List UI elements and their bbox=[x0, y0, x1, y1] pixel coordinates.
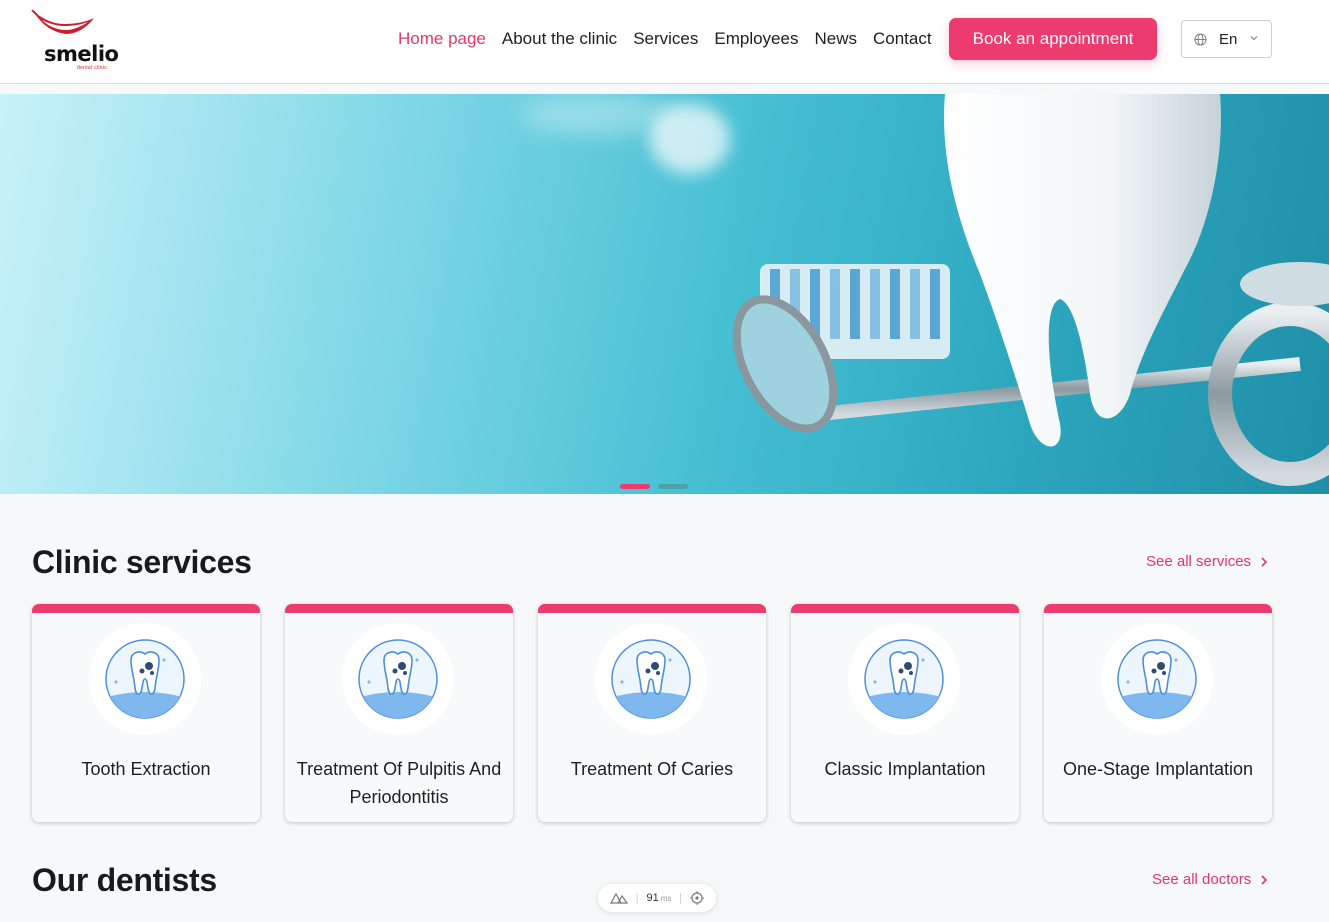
see-all-services-link[interactable]: See all services bbox=[1146, 553, 1269, 570]
logo[interactable]: smelio dental clinic bbox=[30, 10, 122, 71]
book-appointment-button[interactable]: Book an appointment bbox=[949, 18, 1157, 60]
services-title: Clinic services bbox=[32, 544, 252, 580]
tooth-icon bbox=[611, 639, 691, 719]
logo-tagline: dental clinic bbox=[77, 65, 108, 71]
see-all-doctors-label: See all doctors bbox=[1152, 871, 1252, 888]
chevron-right-icon bbox=[1261, 556, 1268, 567]
tooth-icon bbox=[1117, 639, 1197, 719]
nav-about[interactable]: About the clinic bbox=[502, 28, 617, 50]
slider-dot-1[interactable] bbox=[620, 484, 650, 489]
nav-employees[interactable]: Employees bbox=[714, 28, 798, 50]
service-card[interactable]: One-Stage Implantation bbox=[1044, 604, 1272, 822]
devtools-widget[interactable]: | 91 ms | bbox=[598, 884, 716, 912]
language-value: En bbox=[1219, 30, 1238, 48]
slider-dot-2[interactable] bbox=[658, 484, 688, 489]
services-list: Tooth Extraction Treatment Of Pulpitis A… bbox=[32, 604, 1272, 822]
service-card[interactable]: Classic Implantation bbox=[791, 604, 1019, 822]
service-card[interactable]: Treatment Of Pulpitis And Periodontitis bbox=[285, 604, 513, 822]
nav-contact[interactable]: Contact bbox=[873, 28, 932, 50]
slider-dots bbox=[620, 484, 688, 489]
hero-dental-image bbox=[732, 94, 1329, 486]
see-all-services-label: See all services bbox=[1146, 553, 1252, 570]
tooth-icon bbox=[358, 639, 438, 719]
service-card[interactable]: Tooth Extraction bbox=[32, 604, 260, 822]
dentists-title: Our dentists bbox=[32, 862, 217, 898]
nuxt-logo-icon bbox=[609, 892, 628, 904]
globe-icon bbox=[1194, 32, 1207, 46]
target-icon[interactable] bbox=[690, 891, 704, 905]
chevron-down-icon bbox=[1250, 36, 1258, 41]
service-title: Classic Implantation bbox=[824, 759, 986, 779]
service-title: Treatment Of Caries bbox=[570, 759, 734, 779]
chevron-right-icon bbox=[1261, 874, 1268, 885]
see-all-doctors-link[interactable]: See all doctors bbox=[1152, 871, 1269, 888]
service-icon-wrap bbox=[595, 623, 707, 735]
service-icon-wrap bbox=[89, 623, 201, 735]
service-icon-wrap bbox=[342, 623, 454, 735]
nav-services[interactable]: Services bbox=[633, 28, 698, 50]
service-title: Treatment Of Pulpitis And Periodontitis bbox=[296, 759, 502, 807]
nav-home[interactable]: Home page bbox=[398, 28, 486, 50]
service-title: Tooth Extraction bbox=[81, 759, 211, 779]
hero-slider bbox=[0, 94, 1329, 494]
tooth-icon bbox=[864, 639, 944, 719]
service-title: One-Stage Implantation bbox=[1062, 759, 1254, 779]
language-select[interactable]: En bbox=[1181, 20, 1272, 58]
main-nav: Home page About the clinic Services Empl… bbox=[398, 28, 948, 50]
logo-wordmark: smelio bbox=[44, 42, 119, 66]
service-card[interactable]: Treatment Of Caries bbox=[538, 604, 766, 822]
tooth-icon bbox=[105, 639, 185, 719]
site-header: smelio dental clinic Home page About the… bbox=[0, 0, 1329, 84]
service-icon-wrap bbox=[1101, 623, 1213, 735]
devtools-timing: 91 ms bbox=[646, 892, 672, 904]
nav-news[interactable]: News bbox=[814, 28, 857, 50]
service-icon-wrap bbox=[848, 623, 960, 735]
